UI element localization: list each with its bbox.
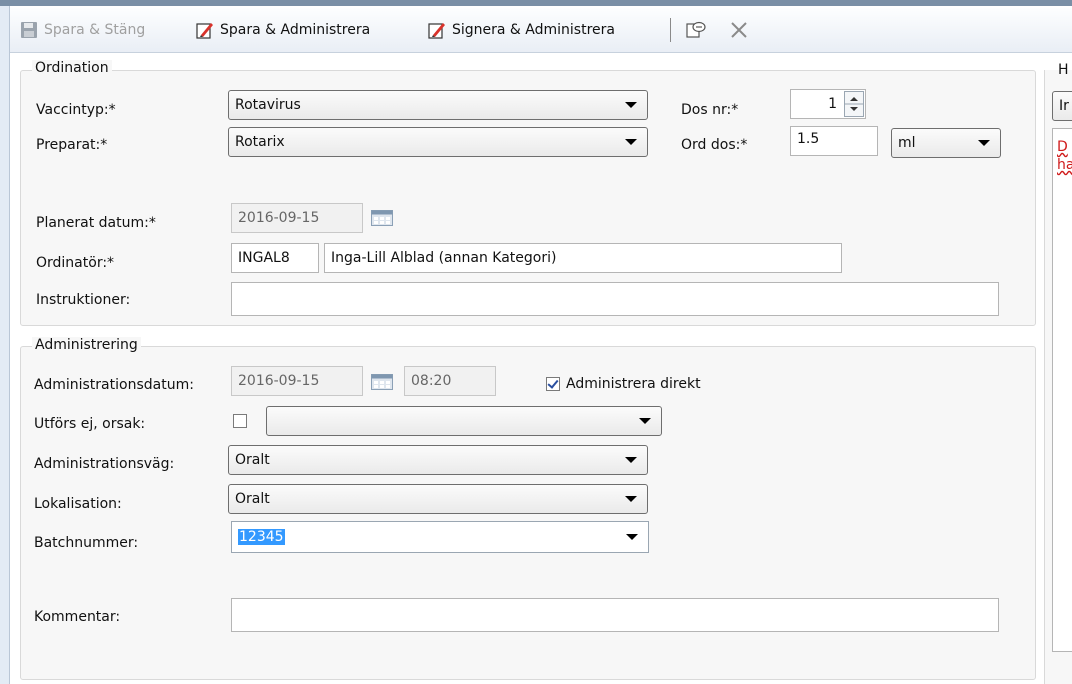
planerat-date-input[interactable]: 2016-09-15 [231,203,363,233]
save-close-button[interactable]: Spara & Stäng [20,18,145,42]
chevron-down-icon [625,139,637,145]
ordinator-code-input[interactable]: INGAL8 [231,243,319,273]
administrera-direkt-label: Administrera direkt [566,376,701,392]
administrera-direkt-checkbox[interactable] [546,377,560,391]
administrationsvag-label: Administrationsväg: [34,456,175,472]
chevron-down-icon [626,534,638,540]
orddos-input[interactable]: 1.5 [790,126,878,156]
comment-button[interactable] [686,18,706,42]
close-button[interactable] [730,18,748,42]
chevron-down-icon [978,140,990,146]
unit-select[interactable]: ml [891,128,1001,158]
batchnummer-label: Batchnummer: [34,535,139,551]
save-administer-button[interactable]: Spara & Administrera [196,18,370,42]
save-administer-label: Spara & Administrera [220,22,371,38]
chevron-down-icon [625,496,637,502]
ordinator-name-field[interactable]: Inga-Lill Alblad (annan Kategori) [324,243,842,273]
spinner-arrows-icon [845,97,863,111]
batchnummer-combo[interactable]: 12345 [231,521,649,553]
instruktioner-input[interactable] [231,282,999,316]
dosnr-spinner[interactable] [844,91,864,117]
right-panel-select-value: Ir [1059,98,1069,114]
toolbar-separator [670,18,671,42]
preparat-label: Preparat:* [36,137,108,153]
right-panel-select[interactable]: Ir [1052,91,1072,121]
sign-administer-button[interactable]: Signera & Administrera [428,18,615,42]
lokalisation-value: Oralt [235,491,270,507]
sign-administer-label: Signera & Administrera [452,22,615,38]
vaccintyp-label: Vaccintyp:* [36,102,116,118]
close-icon [730,21,748,39]
chevron-down-icon [625,102,637,108]
right-panel-text-line-2: ha [1057,157,1072,173]
calendar-icon[interactable] [371,374,393,390]
chevron-down-icon [639,418,651,424]
preparat-select[interactable]: Rotarix [228,127,648,157]
right-panel-text-area[interactable]: D ha [1052,128,1072,652]
administrationsdatum-label: Administrationsdatum: [34,377,194,393]
chevron-down-icon [625,457,637,463]
unit-value: ml [898,135,916,151]
window-top-border [0,0,1072,6]
toolbar: Spara & Stäng Spara & Administrera Signe… [10,8,1072,53]
lokalisation-select[interactable]: Oralt [228,484,648,514]
calendar-icon[interactable] [371,210,393,226]
dosnr-label: Dos nr:* [681,102,739,118]
ordination-title: Ordination [32,60,112,76]
window-left-border [0,6,10,684]
kommentar-label: Kommentar: [34,609,121,625]
planerat-label: Planerat datum:* [36,215,156,231]
vaccintyp-select[interactable]: Rotavirus [228,90,648,120]
vaccintyp-value: Rotavirus [235,97,301,113]
administrationstid-value: 08:20 [411,373,452,389]
edit-pencil-icon [428,21,446,39]
comment-bubble-icon [686,21,706,39]
planerat-value: 2016-09-15 [238,210,320,226]
lokalisation-label: Lokalisation: [34,496,122,512]
save-close-label: Spara & Stäng [44,22,146,38]
administrering-title: Administrering [32,337,141,353]
edit-pencil-icon [196,21,214,39]
orddos-label: Ord dos:* [681,137,748,153]
ordinator-label: Ordinatör:* [36,255,115,271]
ordinator-code-value: INGAL8 [238,250,290,266]
right-panel-text-line-1: D [1057,139,1068,155]
administrationstid-input[interactable]: 08:20 [404,366,496,396]
administrationsvag-select[interactable]: Oralt [228,445,648,475]
orddos-value: 1.5 [797,131,820,147]
utfors-ej-label: Utförs ej, orsak: [34,416,146,432]
utfors-ej-orsak-select[interactable] [266,406,662,436]
preparat-value: Rotarix [235,134,285,150]
instruktioner-label: Instruktioner: [36,292,131,308]
administrationsdatum-input[interactable]: 2016-09-15 [231,366,363,396]
kommentar-input[interactable] [231,598,999,632]
administrationsdatum-value: 2016-09-15 [238,373,320,389]
floppy-disk-icon [20,21,38,39]
dosnr-value: 1 [828,96,837,112]
ordinator-name-value: Inga-Lill Alblad (annan Kategori) [331,250,557,266]
right-panel-header: H [1058,62,1069,78]
utfors-ej-checkbox[interactable] [233,414,247,428]
administrationsvag-value: Oralt [235,452,270,468]
batchnummer-value: 12345 [238,529,285,545]
